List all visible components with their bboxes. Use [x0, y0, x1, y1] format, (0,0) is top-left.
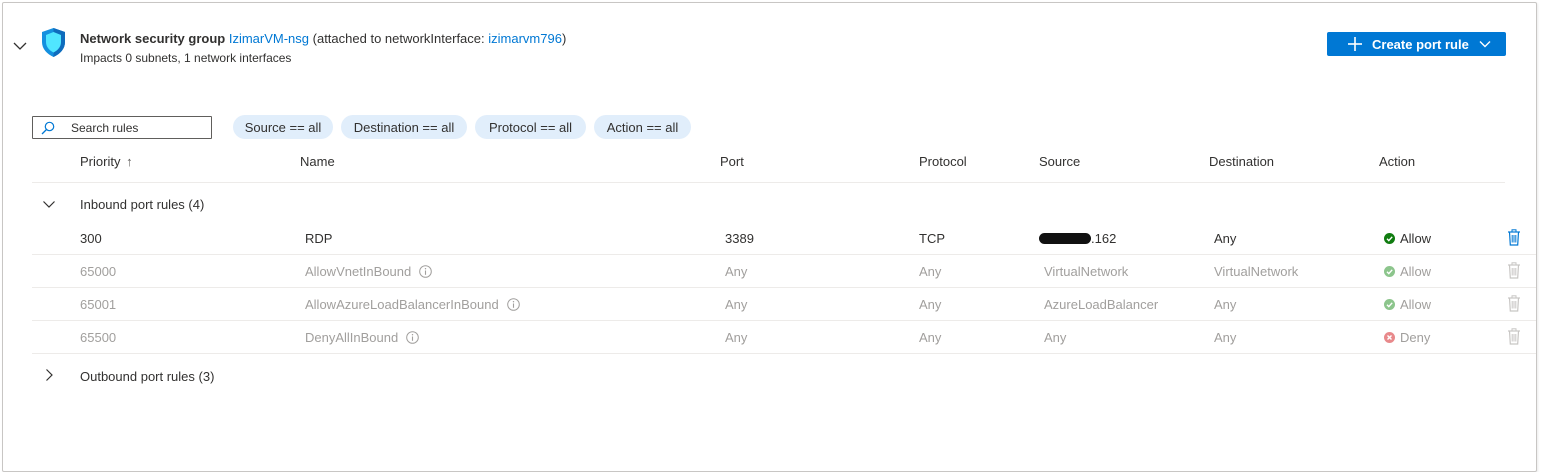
rule-port: Any — [725, 297, 748, 312]
allow-check-icon — [1384, 266, 1395, 277]
column-header-priority[interactable]: Priority ↑ — [80, 154, 133, 169]
rule-source: .162 — [1039, 231, 1116, 246]
plus-icon — [1348, 37, 1362, 51]
rule-action: Allow — [1384, 231, 1431, 246]
table-row[interactable]: 300 RDP 3389 TCP .162 Any Allow — [32, 222, 1536, 255]
column-header-protocol[interactable]: Protocol — [919, 154, 967, 169]
inbound-group-label: Inbound port rules (4) — [80, 196, 205, 212]
rule-protocol: TCP — [919, 231, 945, 246]
rule-name-label: AllowVnetInBound — [305, 264, 412, 279]
search-input[interactable] — [69, 119, 209, 136]
nsg-title: Network security group IzimarVM-nsg (att… — [80, 31, 566, 46]
table-row[interactable]: 65500 DenyAllInBound Any Any Any Any Den… — [32, 321, 1536, 354]
trash-icon — [1508, 328, 1520, 345]
nsg-impacts: Impacts 0 subnets, 1 network interfaces — [80, 51, 292, 65]
info-icon[interactable] — [419, 265, 433, 278]
column-header-name[interactable]: Name — [300, 154, 335, 169]
column-header-destination[interactable]: Destination — [1209, 154, 1274, 169]
rule-action-label: Deny — [1400, 330, 1431, 345]
rule-action: Deny — [1384, 330, 1430, 345]
rule-source: Any — [1044, 330, 1067, 345]
chevron-down-icon — [43, 201, 55, 208]
rule-action: Allow — [1384, 264, 1431, 279]
rule-port: Any — [725, 330, 748, 345]
rule-action-label: Allow — [1400, 297, 1432, 312]
rule-name: DenyAllInBound — [305, 330, 420, 345]
info-icon[interactable] — [506, 298, 520, 311]
attached-suffix: ) — [561, 31, 567, 46]
chevron-down-icon[interactable] — [12, 40, 28, 52]
rule-protocol: Any — [919, 297, 942, 312]
rule-source: AzureLoadBalancer — [1044, 297, 1159, 312]
chevron-down-icon — [1479, 41, 1491, 48]
rule-destination: Any — [1214, 297, 1237, 312]
attached-prefix: (attached to networkInterface: — [312, 31, 489, 46]
inbound-group-header[interactable]: Inbound port rules (4) — [32, 194, 432, 214]
column-header-action[interactable]: Action — [1379, 154, 1415, 169]
filter-action[interactable]: Action == all — [594, 115, 691, 139]
rule-port: 3389 — [725, 231, 754, 246]
trash-icon — [1508, 262, 1520, 279]
rule-protocol: Any — [919, 330, 942, 345]
header-divider — [32, 182, 1505, 183]
rule-destination: VirtualNetwork — [1214, 264, 1299, 279]
column-header-source[interactable]: Source — [1039, 154, 1080, 169]
sort-arrow-icon: ↑ — [126, 154, 133, 169]
rule-priority: 65500 — [80, 330, 117, 345]
create-port-rule-label: Create port rule — [1372, 36, 1469, 52]
rule-destination: Any — [1214, 330, 1237, 345]
rule-source: VirtualNetwork — [1044, 264, 1129, 279]
info-icon[interactable] — [406, 331, 420, 344]
rule-protocol: Any — [919, 264, 942, 279]
rule-name-label: AllowAzureLoadBalancerInBound — [305, 297, 499, 312]
allow-check-icon — [1384, 299, 1395, 310]
rule-destination: Any — [1214, 231, 1237, 246]
nsg-name-link[interactable]: IzimarVM-nsg — [229, 31, 309, 46]
rule-port: Any — [725, 264, 748, 279]
rule-name: AllowVnetInBound — [305, 264, 433, 279]
rule-priority: 65001 — [80, 297, 117, 312]
table-row[interactable]: 65001 AllowAzureLoadBalancerInBound Any … — [32, 288, 1536, 321]
rule-name-label: DenyAllInBound — [305, 330, 399, 345]
chevron-right-icon — [46, 369, 53, 381]
outbound-group-header[interactable]: Outbound port rules (3) — [32, 366, 432, 386]
filter-protocol[interactable]: Protocol == all — [475, 115, 586, 139]
redacted-ip — [1039, 233, 1091, 244]
search-icon — [41, 121, 55, 134]
deny-x-icon — [1384, 332, 1395, 343]
create-port-rule-button[interactable]: Create port rule — [1327, 32, 1506, 56]
priority-header-label: Priority — [80, 154, 121, 169]
trash-icon — [1508, 295, 1520, 312]
rule-action: Allow — [1384, 297, 1431, 312]
interface-link[interactable]: izimarvm796 — [488, 31, 562, 46]
filter-destination[interactable]: Destination == all — [341, 115, 467, 139]
source-ip-suffix: .162 — [1091, 231, 1117, 246]
rule-action-label: Allow — [1400, 264, 1432, 279]
rule-priority: 65000 — [80, 264, 117, 279]
table-row[interactable]: 65000 AllowVnetInBound Any Any VirtualNe… — [32, 255, 1536, 288]
rule-name: AllowAzureLoadBalancerInBound — [305, 297, 520, 312]
rule-name-link[interactable]: RDP — [305, 231, 332, 246]
search-box[interactable] — [32, 116, 212, 139]
filter-source[interactable]: Source == all — [233, 115, 333, 139]
allow-check-icon — [1384, 233, 1395, 244]
nsg-label: Network security group — [80, 31, 226, 46]
shield-icon — [42, 28, 65, 57]
column-header-port[interactable]: Port — [720, 154, 744, 169]
rule-action-label: Allow — [1400, 231, 1432, 246]
outbound-group-label: Outbound port rules (3) — [80, 368, 215, 384]
rule-priority: 300 — [80, 231, 102, 246]
trash-icon[interactable] — [1507, 229, 1521, 246]
